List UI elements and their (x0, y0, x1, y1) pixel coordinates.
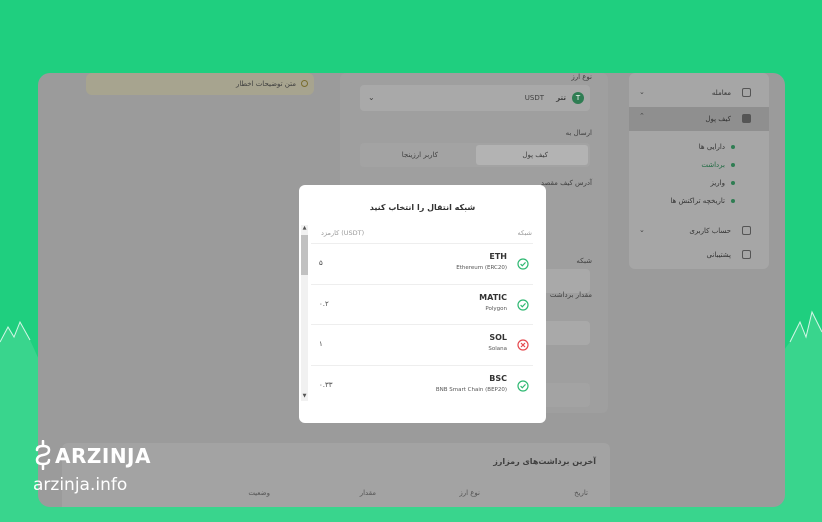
amount-label: مقدار برداشت (549, 291, 592, 299)
chevron-down-icon: ⌄ (368, 93, 375, 102)
tether-icon: T (572, 92, 584, 104)
dest-address-label: آدرس کیف مقصد (540, 179, 592, 187)
column-header-network: شبکه (517, 229, 532, 237)
chevron-up-icon: ⌃ (639, 112, 645, 120)
network-list: ETH Ethereum (ERC20) ۵ MATIC Polygon ۰.۲… (311, 243, 533, 405)
network-symbol: BSC (489, 373, 507, 383)
trade-icon (742, 88, 751, 97)
wallet-icon (742, 114, 751, 123)
bullet-icon (731, 145, 735, 149)
brand-name: ARZINJA (55, 444, 151, 468)
user-icon (742, 226, 751, 235)
network-name: BNB Smart Chain (BEP20) (435, 386, 507, 393)
scroll-up-arrow[interactable]: ▲ (301, 225, 308, 232)
check-circle-icon (517, 258, 529, 270)
bullet-icon (731, 163, 735, 167)
table-header-coin: نوع ارز (459, 489, 480, 497)
warning-box: متن توضیحات اخطار (86, 73, 314, 95)
tab-cryptaa-user[interactable]: کاربر ارزینجا (362, 145, 474, 165)
warning-icon (301, 80, 308, 87)
network-label: شبکه (576, 257, 592, 265)
network-name: Polygon (485, 305, 507, 312)
x-circle-icon (517, 339, 529, 351)
send-to-tabs: کیف پول کاربر ارزینجا (360, 143, 590, 167)
sidebar-item-trade[interactable]: معامله ⌄ (629, 81, 769, 105)
network-row-sol[interactable]: SOL Solana ۱ (311, 324, 533, 365)
network-row-bsc[interactable]: BSC BNB Smart Chain (BEP20) ۰.۳۳ (311, 364, 533, 406)
brand-url: arzinja.info (33, 475, 128, 495)
sidebar-item-account[interactable]: حساب کاربری ⌄ (629, 219, 769, 243)
table-header-date: تاریخ (574, 489, 588, 497)
network-fee: ۰.۳۳ (319, 380, 333, 389)
network-select-modal: شبکه انتقال را انتخاب کنید شبکه کارمزد (… (299, 185, 546, 423)
arzinja-logo-icon (35, 440, 51, 470)
table-header-amount: مقدار (359, 489, 376, 497)
network-row-matic[interactable]: MATIC Polygon ۰.۲ (311, 283, 533, 325)
coin-label: نوع ارز (571, 73, 592, 81)
column-header-fee: کارمزد (USDT) (321, 229, 365, 237)
scrollbar-thumb[interactable] (301, 235, 308, 275)
check-circle-icon (517, 379, 529, 392)
network-fee: ۱ (319, 340, 323, 348)
coin-select[interactable]: T تتر USDT ⌄ (360, 85, 590, 111)
sidebar-item-history[interactable]: تاریخچه تراکنش ها (629, 189, 769, 213)
chevron-down-icon: ⌄ (639, 226, 645, 234)
scroll-down-arrow[interactable]: ▼ (301, 393, 308, 400)
support-icon (742, 250, 751, 259)
bullet-icon (731, 199, 735, 203)
tab-wallet[interactable]: کیف پول (476, 145, 588, 165)
warning-text: متن توضیحات اخطار (235, 80, 296, 88)
network-symbol: MATIC (479, 292, 507, 302)
coin-code: USDT (524, 94, 544, 102)
table-header-status: وضعیت (248, 489, 270, 497)
sidebar: معامله ⌄ کیف پول ⌃ دارایی ها برداشت واری… (629, 73, 769, 269)
modal-title: شبکه انتقال را انتخاب کنید (369, 203, 476, 212)
send-to-label: ارسال به (565, 129, 592, 137)
check-circle-icon (517, 298, 529, 311)
network-name: Solana (488, 346, 507, 352)
sidebar-item-support[interactable]: پشتیبانی (629, 243, 769, 267)
network-name: Ethereum (ERC20) (456, 265, 507, 271)
coin-name: تتر (556, 94, 566, 102)
network-symbol: ETH (489, 252, 507, 261)
network-fee: ۵ (319, 259, 323, 267)
network-row-eth[interactable]: ETH Ethereum (ERC20) ۵ (311, 243, 533, 284)
chevron-down-icon: ⌄ (639, 88, 645, 96)
recent-withdrawals-title: آخرین برداشت‌های رمزارز (493, 457, 596, 466)
network-symbol: SOL (489, 333, 507, 342)
network-fee: ۰.۲ (319, 299, 329, 308)
bullet-icon (731, 181, 735, 185)
sidebar-item-wallet[interactable]: کیف پول ⌃ (629, 107, 769, 131)
